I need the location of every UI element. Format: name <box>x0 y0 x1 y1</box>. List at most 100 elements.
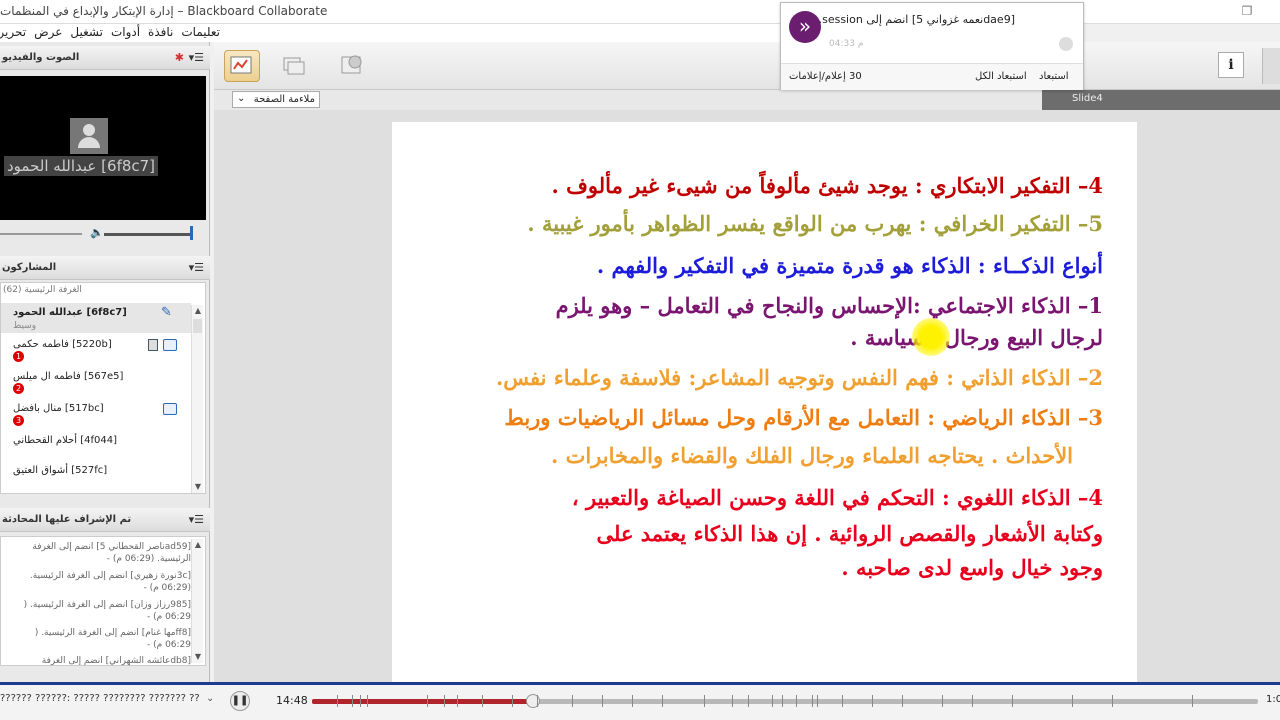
participant-name: فاطمه حكمى [5220b] <box>13 339 112 350</box>
pause-icon: ❚❚ <box>231 695 249 706</box>
timeline-marker <box>1012 695 1013 707</box>
scroll-down-icon[interactable]: ▼ <box>192 481 204 493</box>
notification-text: [dae9نعمه غزواني 5] انضم إلى session. <box>818 13 1015 26</box>
participant-name: فاطمه ال ميلس [567e5] <box>13 371 124 382</box>
scroll-up-icon[interactable]: ▲ <box>192 305 204 317</box>
moderator-icon: ✎ <box>161 305 172 320</box>
participant-row[interactable]: أحلام القحطاني [4f044] <box>1 431 191 461</box>
scroll-down-icon[interactable]: ▼ <box>192 651 204 663</box>
participant-row[interactable]: فاطمه ال ميلس [567e5] 2 <box>1 367 191 397</box>
restore-window-icon[interactable]: ❐ <box>1240 4 1254 18</box>
chat-icon <box>163 339 177 351</box>
participants-title: المشاركون <box>2 262 57 273</box>
panel-menu-icon[interactable]: ▾☰ <box>189 51 204 64</box>
timeline-marker <box>942 695 943 707</box>
timeline-marker <box>360 695 361 707</box>
timeline-marker <box>662 695 663 707</box>
slide-line: 4– الذكاء اللغوي : التحكم في اللغة وحسن … <box>571 485 1103 510</box>
scroll-up-icon[interactable]: ▲ <box>192 539 204 551</box>
timeline-marker <box>352 695 353 707</box>
menu-edit[interactable]: تحرير <box>0 25 26 39</box>
chat-line: [3cنورة زهيري] انضم إلى الغرفة الرئيسية. <box>29 571 191 581</box>
timeline-marker <box>1112 695 1113 707</box>
timeline-marker <box>902 695 903 707</box>
close-icon[interactable] <box>1059 37 1073 51</box>
timeline-marker <box>817 695 818 707</box>
participants-menu-icon[interactable]: ▾☰ <box>189 261 204 274</box>
hand-raise-badge: 2 <box>13 383 24 394</box>
participant-role: وسيط <box>13 321 37 331</box>
blackboard-tab[interactable] <box>1262 48 1280 84</box>
slide-canvas[interactable]: 4– التفكير الابتكاري : يوجد شيئ مألوفاً … <box>392 122 1137 682</box>
fit-page-select[interactable]: ⌄ ملاءمة الصفحة <box>232 91 320 108</box>
timeline-marker <box>602 695 603 707</box>
participant-row[interactable]: منال بافضل [517bc] 3 <box>1 399 191 429</box>
collaborate-logo-icon: » <box>789 11 821 43</box>
dismiss-all-link[interactable]: استبعاد الكل <box>975 71 1027 82</box>
timeline-marker <box>872 695 873 707</box>
participant-name: أشواق العتيق [527fc] <box>13 465 108 476</box>
playback-end: 1:0 <box>1266 694 1280 705</box>
participant-row[interactable]: أشواق العتيق [527fc] <box>1 461 191 491</box>
chat-line: [985رزاز وزان] انضم إلى الغرفة الرئيسية.… <box>23 600 191 610</box>
mic-level[interactable] <box>0 233 82 235</box>
hand-raise-badge: 1 <box>13 351 24 362</box>
chat-title: تم الإشراف عليها المحادثة <box>2 514 132 525</box>
whiteboard-icon <box>230 56 252 74</box>
timeline-marker <box>444 695 445 707</box>
pause-button[interactable]: ❚❚ <box>230 691 250 711</box>
menu-window[interactable]: نافذة <box>148 25 173 39</box>
chat-menu-icon[interactable]: ▾☰ <box>189 513 204 526</box>
volume-slider[interactable] <box>104 233 192 236</box>
participant-row[interactable]: فاطمه حكمى [5220b] 1 <box>1 335 191 365</box>
chat-icon <box>163 403 177 415</box>
info-icon[interactable]: i <box>1218 52 1244 78</box>
playback-handle[interactable] <box>526 694 541 708</box>
audio-video-header: الصوت والفيديو ✱ ▾☰ <box>0 46 210 70</box>
window-title: إدارة الإبتكار والإبداع في المنظمات – Bl… <box>0 4 328 18</box>
slide-line: 4– التفكير الابتكاري : يوجد شيئ مألوفاً … <box>551 173 1103 198</box>
participant-row[interactable]: عبدالله الحمود [6f8c7] وسيط ✎ <box>1 303 191 333</box>
menu-items: تحرير عرض تشغيل أدوات نافذة تعليمات <box>0 25 220 39</box>
timeline-marker <box>512 695 513 707</box>
chevron-down-icon[interactable]: ⌄ <box>206 693 214 704</box>
stage-top-bar: ⌄ ملاءمة الصفحة Slide4 <box>214 90 1280 110</box>
settings-icon[interactable]: ✱ <box>175 51 184 64</box>
room-label: الغرفة الرئيسية (62) <box>3 285 82 295</box>
chat-scrollbar[interactable]: ▲ ▼ <box>191 539 203 663</box>
playback-track[interactable] <box>312 694 1258 708</box>
chat-line: 06:29 م) - <box>147 612 191 622</box>
menu-play[interactable]: تشغيل <box>70 25 103 39</box>
timeline-marker <box>457 695 458 707</box>
scroll-thumb[interactable] <box>193 319 202 333</box>
whiteboard-tool-button[interactable] <box>224 50 260 82</box>
slide-line: 1– الذكاء الاجتماعي :الإحساس والنجاح في … <box>555 293 1103 318</box>
slide-line: 3– الذكاء الرياضي : التعامل مع الأرقام و… <box>504 405 1103 430</box>
participants-scrollbar[interactable]: ▲ ▼ <box>191 305 203 493</box>
slide-line: 5– التفكير الخرافي : يهرب من الواقع يفسر… <box>527 211 1103 236</box>
menu-help[interactable]: تعليمات <box>181 25 220 39</box>
volume-bar: 🔈 <box>0 226 206 242</box>
menu-view[interactable]: عرض <box>34 25 62 39</box>
app-share-button[interactable] <box>276 50 312 82</box>
video-feed: عبدالله الحمود [6f8c7] <box>0 76 206 220</box>
timeline-marker <box>972 695 973 707</box>
notification-time: 04:33 م <box>829 39 864 49</box>
timeline-marker <box>632 695 633 707</box>
chevron-down-icon: ⌄ <box>237 93 246 104</box>
web-tour-button[interactable] <box>334 50 370 82</box>
dismiss-link[interactable]: استبعاد <box>1039 71 1069 82</box>
timeline-marker <box>337 695 338 707</box>
volume-slider-handle[interactable] <box>190 226 193 240</box>
chat-line: [db8عائشه الشهراني] انضم إلى الغرفة <box>41 656 191 666</box>
playback-time: 14:48 <box>276 694 308 707</box>
app-share-icon <box>283 57 305 75</box>
camera-icon <box>148 339 158 351</box>
globe-icon <box>341 55 362 74</box>
speaker-icon: 🔈 <box>90 226 104 239</box>
slide-tab[interactable]: Slide4 <box>1042 90 1280 110</box>
notification-count: 30 إعلام/إعلامات <box>789 71 862 82</box>
playback-status: ?????? ??????: ????? ???????? ??????? ?? <box>0 693 200 704</box>
notification-actions: 30 إعلام/إعلامات استبعاد الكل استبعاد <box>781 63 1083 90</box>
menu-tools[interactable]: أدوات <box>111 25 140 39</box>
